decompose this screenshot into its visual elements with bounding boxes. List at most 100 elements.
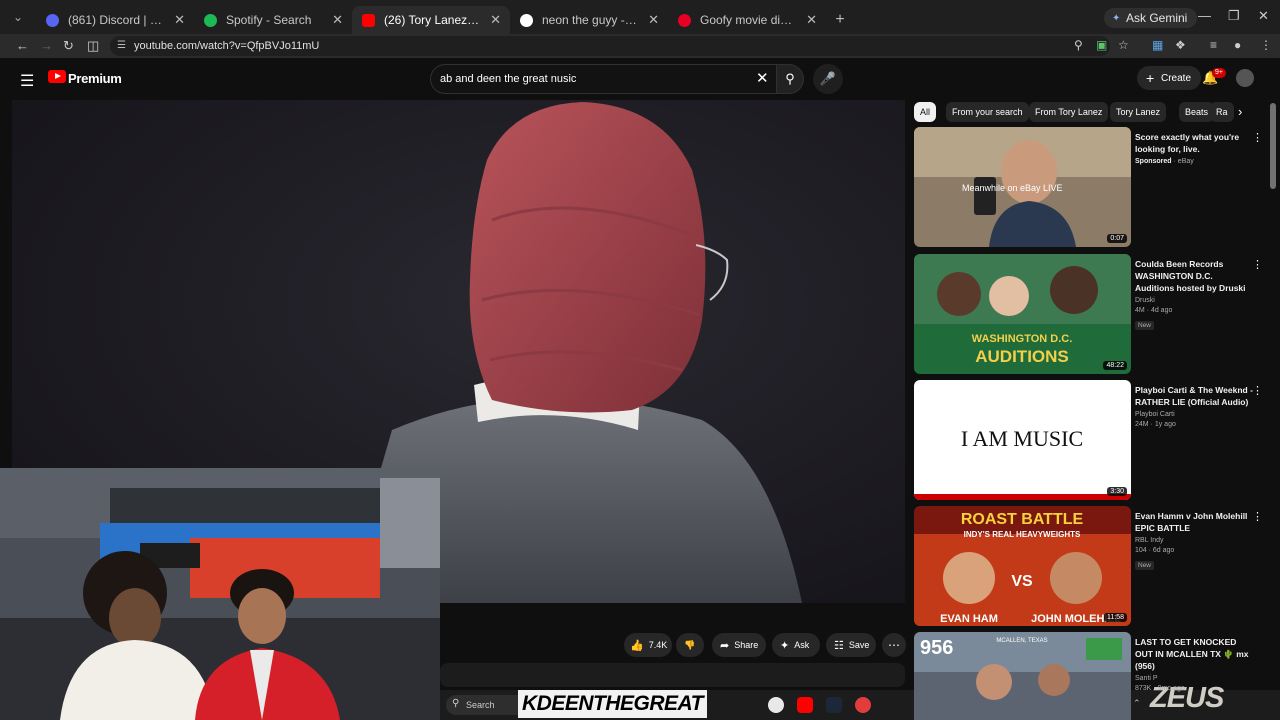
forward-icon[interactable]: → — [40, 38, 53, 53]
ask-button[interactable]: ✦ Ask — [772, 633, 820, 657]
thumbnail[interactable]: I AM MUSIC 3:30 — [914, 380, 1131, 500]
more-actions-button[interactable]: ⋯ — [882, 633, 906, 657]
tab-search-chevron-icon[interactable]: ⌄ — [0, 0, 36, 34]
reload-icon[interactable]: ↻ — [63, 38, 74, 54]
extensions-puzzle-icon[interactable]: ❖ — [1175, 38, 1186, 52]
app-taskbar-icon[interactable] — [855, 697, 871, 713]
sidebar-scrollbar[interactable] — [1270, 103, 1276, 189]
more-options-icon[interactable]: ⋮ — [1252, 131, 1263, 144]
guide-menu-icon[interactable]: ☰ — [20, 71, 34, 91]
recommendation-item[interactable]: ROAST BATTLE INDY'S REAL HEAVYWEIGHTS VS… — [914, 506, 1270, 626]
recommendation-title[interactable]: Coulda Been Records WASHINGTON D.C. Audi… — [1135, 258, 1253, 294]
thumbnail-image: 956 MCALLEN, TEXAS — [914, 632, 1131, 720]
chip-ra[interactable]: Ra — [1210, 102, 1234, 122]
browser-tab-google[interactable]: neon the guyy - Google Search ✕ — [510, 6, 668, 34]
chips-next-chevron-icon[interactable]: › — [1238, 104, 1242, 119]
share-button[interactable]: ➦ Share — [712, 633, 766, 657]
new-tab-button[interactable]: + — [826, 6, 854, 34]
create-button[interactable]: + Create — [1137, 66, 1202, 90]
channel-name[interactable]: Druski — [1135, 297, 1253, 304]
youtube-header: ☰ Premium ab and deen the great nusic ✕ … — [0, 58, 1280, 100]
taskbar-search-icon: ⚲ — [452, 698, 460, 709]
spotify-favicon-icon — [204, 14, 217, 27]
recommendation-chips: All From your search From Tory Lanez Tor… — [912, 102, 1257, 122]
chip-tory-lanez[interactable]: Tory Lanez — [1110, 102, 1167, 122]
voice-search-button[interactable]: 🎤 — [813, 64, 843, 94]
thumb-caption: Meanwhile on eBay LIVE — [962, 183, 1063, 193]
maximize-icon[interactable]: ❐ — [1228, 8, 1240, 24]
plus-icon: + — [1146, 70, 1155, 86]
channel-name[interactable]: Playboi Carti — [1135, 411, 1253, 418]
chip-beats[interactable]: Beats — [1179, 102, 1215, 122]
browser-tab-discord[interactable]: (861) Discord | #❕ | reactions ✕ — [36, 6, 194, 34]
ask-gemini-button[interactable]: ✦ Ask Gemini — [1104, 8, 1198, 28]
more-options-icon[interactable]: ⋮ — [1252, 510, 1263, 523]
browser-tab-spotify[interactable]: Spotify - Search ✕ — [194, 6, 352, 34]
split-view-icon[interactable]: ◫ — [87, 38, 99, 54]
youtube-taskbar-icon[interactable] — [797, 697, 813, 713]
thumbnail[interactable]: WASHINGTON D.C. AUDITIONS 48:22 — [914, 254, 1131, 374]
tab-close-icon[interactable]: ✕ — [332, 12, 343, 28]
video-description-box[interactable] — [440, 663, 905, 687]
profile-icon[interactable]: ● — [1234, 38, 1241, 52]
chip-from-your-search[interactable]: From your search — [946, 102, 1029, 122]
tab-title: (861) Discord | #❕ | reactions — [68, 13, 166, 27]
recommendation-sponsored[interactable]: Meanwhile on eBay LIVE 0:07 Score exactl… — [914, 127, 1270, 247]
recommendation-item[interactable]: WASHINGTON D.C. AUDITIONS 48:22 Coulda B… — [914, 254, 1270, 374]
save-playlist-icon: ☷ — [834, 639, 844, 652]
thumb-caption: EVAN HAM — [940, 613, 998, 625]
close-window-icon[interactable]: ✕ — [1258, 8, 1269, 24]
new-badge: New — [1135, 321, 1155, 330]
chip-from-tory-lanez[interactable]: From Tory Lanez — [1029, 102, 1109, 122]
search-button[interactable]: ⚲ — [776, 64, 804, 94]
site-info-icon[interactable]: ☰ — [117, 40, 126, 51]
chrome-taskbar-icon[interactable] — [768, 697, 784, 713]
chip-all[interactable]: All — [914, 102, 937, 122]
thumbs-down-icon: 👎 — [684, 639, 696, 650]
tab-close-icon[interactable]: ✕ — [174, 12, 185, 28]
back-icon[interactable]: ← — [16, 38, 29, 53]
create-label: Create — [1161, 72, 1192, 84]
search-input[interactable]: ab and deen the great nusic — [430, 64, 776, 94]
channel-name[interactable]: Santi P — [1135, 675, 1253, 682]
bookmark-star-icon[interactable]: ☆ — [1118, 38, 1129, 52]
recommendation-title[interactable]: Playboi Carti & The Weeknd - RATHER LIE … — [1135, 384, 1253, 408]
recommendation-title[interactable]: Evan Hamm v John Molehill EPIC BATTLE — [1135, 510, 1253, 534]
ask-label: Ask — [794, 640, 810, 650]
browser-tab-pinterest[interactable]: Goofy movie disco outfit | Sco ✕ — [668, 6, 826, 34]
thumbnail[interactable]: 956 MCALLEN, TEXAS — [914, 632, 1131, 720]
recommendation-item[interactable]: 956 MCALLEN, TEXAS LAST TO GET KNOCKED O… — [914, 632, 1270, 720]
recommendation-item[interactable]: I AM MUSIC 3:30 Playboi Carti & The Week… — [914, 380, 1270, 500]
extension-green-icon[interactable]: ▣ — [1096, 38, 1107, 52]
search-query: ab and deen the great nusic — [440, 73, 577, 85]
more-options-icon[interactable]: ⋮ — [1252, 384, 1263, 397]
channel-name[interactable]: RBL Indy — [1135, 537, 1253, 544]
tab-close-icon[interactable]: ✕ — [806, 12, 817, 28]
account-avatar[interactable] — [1236, 69, 1254, 87]
more-options-icon[interactable]: ⋮ — [1252, 258, 1263, 271]
recommendation-title[interactable]: LAST TO GET KNOCKED OUT IN MCALLEN TX 🌵 … — [1135, 636, 1253, 672]
steam-taskbar-icon[interactable] — [826, 697, 842, 713]
reading-list-icon[interactable]: ≡ — [1210, 38, 1217, 52]
tab-close-icon[interactable]: ✕ — [490, 12, 501, 28]
extension-blue-icon[interactable]: ▦ — [1152, 38, 1163, 52]
thumbnail-image: ROAST BATTLE INDY'S REAL HEAVYWEIGHTS VS… — [914, 506, 1131, 626]
thumbnail[interactable]: Meanwhile on eBay LIVE 0:07 — [914, 127, 1131, 247]
youtube-logo-icon[interactable] — [48, 70, 66, 83]
browser-menu-icon[interactable]: ⋮ — [1260, 38, 1272, 52]
address-bar[interactable]: ☰ youtube.com/watch?v=QfpBVJo11mU — [110, 36, 1110, 56]
tab-close-icon[interactable]: ✕ — [648, 12, 659, 28]
recommendation-title[interactable]: Score exactly what you're looking for, l… — [1135, 131, 1253, 155]
thumbnail[interactable]: ROAST BATTLE INDY'S REAL HEAVYWEIGHTS VS… — [914, 506, 1131, 626]
gemini-sparkle-icon: ✦ — [1112, 13, 1121, 24]
like-button[interactable]: 👍 7.4K — [624, 633, 672, 657]
recommendation-meta: LAST TO GET KNOCKED OUT IN MCALLEN TX 🌵 … — [1135, 636, 1253, 692]
save-button[interactable]: ☷ Save — [826, 633, 876, 657]
browser-tab-youtube[interactable]: (26) Tory Lanez - Deen & AB // ✕ — [352, 6, 510, 34]
zoom-icon[interactable]: ⚲ — [1074, 38, 1083, 52]
minimize-icon[interactable]: — — [1198, 8, 1211, 23]
youtube-premium-logo[interactable]: Premium — [68, 71, 122, 86]
clear-search-icon[interactable]: ✕ — [756, 69, 769, 87]
dislike-button[interactable]: 👎 — [676, 633, 704, 657]
thumb-caption: MCALLEN, TEXAS — [996, 638, 1047, 644]
